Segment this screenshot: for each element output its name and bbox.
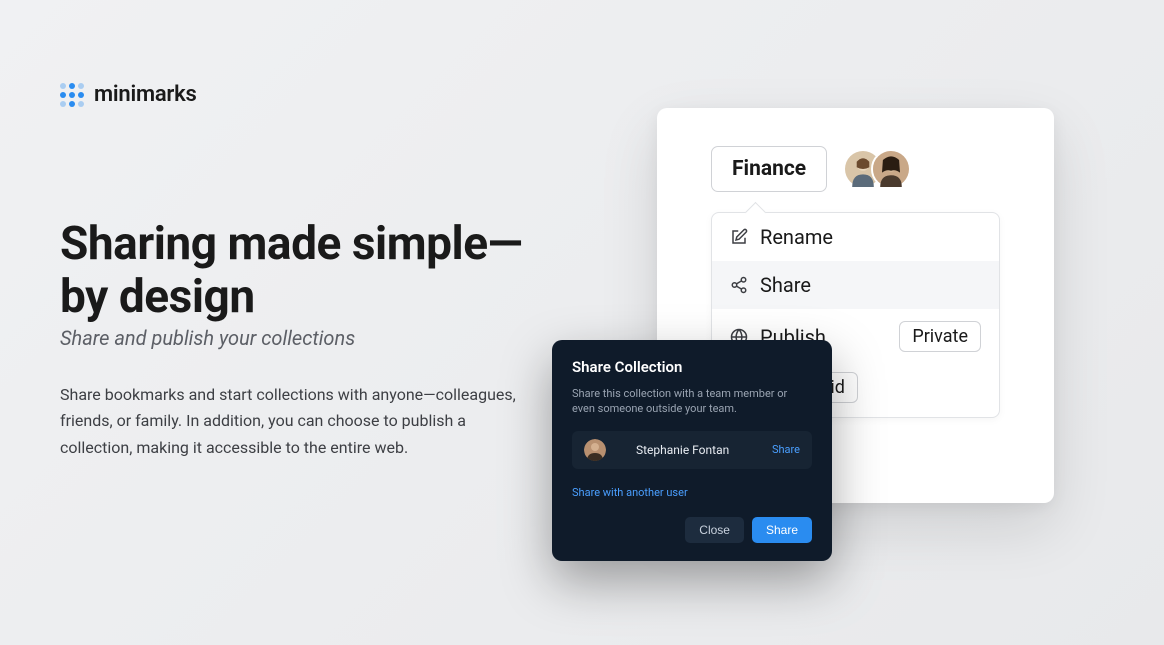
avatar	[871, 149, 911, 189]
modal-subtitle: Share this collection with a team member…	[572, 386, 812, 417]
edit-icon	[730, 228, 748, 246]
menu-item-share[interactable]: Share	[712, 261, 999, 309]
menu-item-label: Share	[760, 273, 811, 297]
menu-item-rename[interactable]: Rename	[712, 213, 999, 261]
avatar	[584, 439, 606, 461]
hero-body: Share bookmarks and start collections wi…	[60, 382, 520, 461]
share-collection-modal: Share Collection Share this collection w…	[552, 340, 832, 561]
brand-logo-icon	[60, 83, 84, 107]
brand-name: minimarks	[94, 82, 197, 107]
share-user-action[interactable]: Share	[772, 443, 800, 456]
collection-name-pill[interactable]: Finance	[711, 146, 827, 192]
share-another-user-link[interactable]: Share with another user	[572, 486, 688, 499]
publish-visibility-badge[interactable]: Private	[899, 321, 981, 352]
share-user-name: Stephanie Fontan	[618, 443, 760, 457]
close-button[interactable]: Close	[685, 517, 744, 543]
hero-subhead: Share and publish your collections	[60, 326, 355, 350]
collection-members	[843, 149, 911, 189]
share-user-row: Stephanie Fontan Share	[572, 431, 812, 469]
hero-headline: Sharing made simple— by design	[60, 218, 522, 324]
menu-item-label: Rename	[760, 225, 833, 249]
brand-logo: minimarks	[60, 82, 197, 107]
share-icon	[730, 276, 748, 294]
modal-title: Share Collection	[572, 358, 812, 376]
share-button[interactable]: Share	[752, 517, 812, 543]
